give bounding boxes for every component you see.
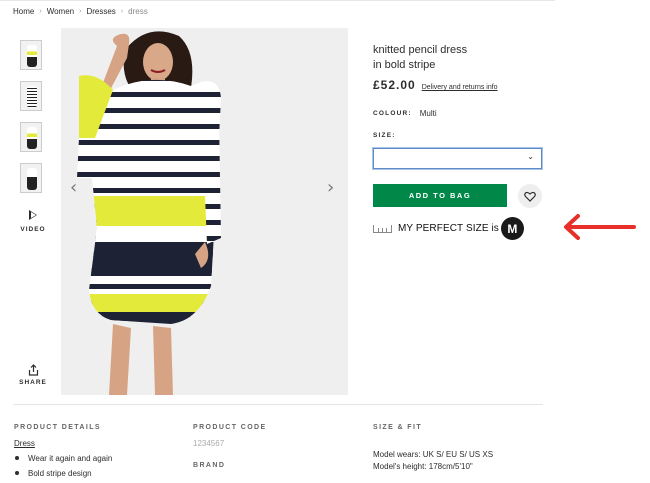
size-label: SIZE:	[373, 132, 396, 139]
colour-row: COLOUR: Multi	[373, 109, 437, 118]
size-fit-heading: SIZE & FIT	[373, 424, 422, 431]
product-title: knitted pencil dress in bold stripe	[373, 43, 533, 73]
breadcrumb-current: dress	[128, 7, 148, 16]
my-perfect-size-widget[interactable]: MY PERFECT SIZE is M	[373, 217, 524, 240]
product-details-heading: PRODUCT DETAILS	[14, 424, 101, 431]
previous-image-arrow-icon[interactable]: ‹	[70, 177, 77, 198]
next-image-arrow-icon[interactable]: ›	[327, 177, 334, 198]
section-divider	[13, 404, 543, 405]
size-recommendation-badge: M	[500, 217, 524, 240]
size-select[interactable]: ⌄	[373, 148, 542, 169]
share-button[interactable]: SHARE	[18, 364, 48, 386]
colour-value: Multi	[419, 109, 437, 118]
model-photo	[77, 31, 221, 395]
breadcrumb-women[interactable]: Women	[47, 7, 74, 16]
details-bullet-list: Wear it again and again Bold stripe desi…	[14, 451, 112, 481]
thumbnail-figure	[27, 86, 37, 108]
annotation-arrow-icon	[564, 214, 636, 240]
video-button[interactable]: VIDEO	[18, 210, 48, 233]
share-label: SHARE	[19, 379, 47, 386]
thumbnail-list	[20, 40, 44, 204]
chevron-down-icon: ⌄	[527, 152, 534, 161]
save-for-later-button[interactable]	[518, 184, 542, 208]
product-code-value: 1234567	[193, 439, 225, 448]
breadcrumb-separator-icon: ›	[79, 8, 82, 15]
list-item: Bold stripe design	[14, 466, 112, 481]
share-icon	[28, 364, 38, 376]
model-wears: Model wears: UK S/ EU S/ US XS	[373, 450, 494, 459]
colour-label: COLOUR:	[373, 110, 412, 117]
breadcrumb-separator-icon: ›	[120, 8, 124, 15]
thumbnail-figure	[27, 127, 37, 149]
product-main-image	[61, 28, 348, 395]
my-perfect-size-text: MY PERFECT SIZE is	[398, 223, 499, 234]
thumbnail-2[interactable]	[20, 81, 42, 111]
brand-heading: BRAND	[193, 462, 226, 469]
thumbnail-figure	[27, 168, 37, 190]
add-to-bag-button[interactable]: ADD TO BAG	[373, 184, 507, 207]
thumbnail-1[interactable]	[20, 40, 42, 70]
size-fit-text: Model wears: UK S/ EU S/ US XS Model's h…	[373, 449, 493, 473]
category-link[interactable]: Dress	[14, 439, 112, 448]
product-details-section: PRODUCT DETAILS Dress Wear it again and …	[14, 424, 112, 481]
ruler-icon	[373, 224, 392, 233]
delivery-returns-link[interactable]: Delivery and returns info	[422, 84, 498, 91]
breadcrumb-home[interactable]: Home	[13, 7, 34, 16]
product-code-heading: PRODUCT CODE	[193, 424, 267, 431]
price-row: £52.00 Delivery and returns info	[373, 78, 498, 92]
thumbnail-4[interactable]	[20, 163, 42, 193]
product-code-section: PRODUCT CODE 1234567 BRAND	[193, 424, 267, 477]
breadcrumb-dresses[interactable]: Dresses	[86, 7, 115, 16]
thumbnail-figure	[27, 45, 37, 67]
breadcrumb-separator-icon: ›	[39, 8, 42, 15]
breadcrumb: Home › Women › Dresses › dress	[13, 7, 148, 16]
video-label: VIDEO	[20, 226, 46, 233]
product-title-line-2: in bold stripe	[373, 59, 436, 71]
top-divider	[0, 0, 555, 1]
heart-icon	[524, 191, 536, 202]
model-height: Model's height: 178cm/5'10"	[373, 462, 473, 471]
thumbnail-3[interactable]	[20, 122, 42, 152]
list-item: Wear it again and again	[14, 451, 112, 466]
play-icon	[29, 210, 37, 220]
product-title-line-1: knitted pencil dress	[373, 44, 468, 56]
size-fit-section: SIZE & FIT Model wears: UK S/ EU S/ US X…	[373, 424, 493, 473]
price: £52.00	[373, 78, 416, 92]
